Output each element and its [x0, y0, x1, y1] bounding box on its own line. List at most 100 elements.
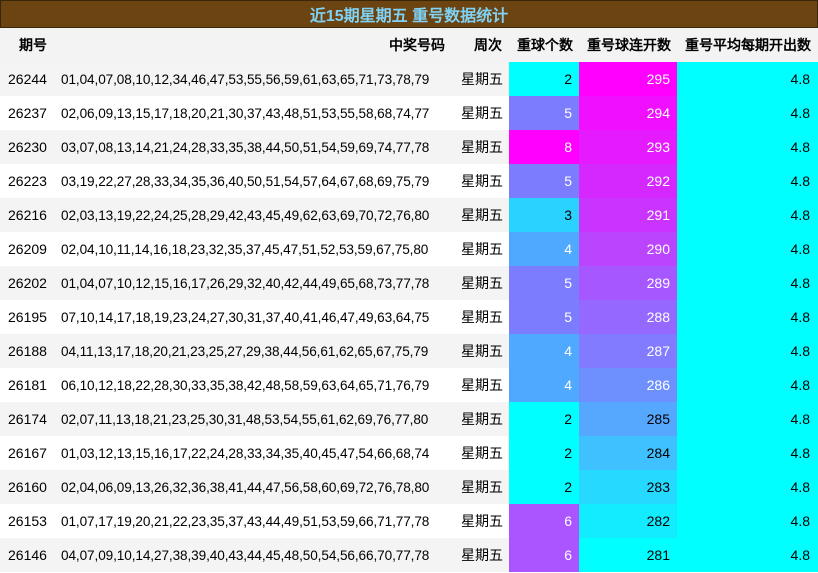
cell-lianka: 291 [579, 198, 677, 232]
table-header: 期号 中奖号码 周次 重球个数 重号球连开数 重号平均每期开出数 [0, 28, 818, 63]
cell-zhouci: 星期五 [461, 173, 503, 189]
cell-chongqiu: 2 [509, 436, 579, 470]
cell-lianka: 285 [579, 402, 677, 436]
cell-qihao: 26202 [8, 275, 47, 291]
cell-zhouci: 星期五 [461, 479, 503, 495]
cell-qihao: 26174 [8, 411, 47, 427]
cell-lianka: 293 [579, 130, 677, 164]
cell-haoma: 02,04,06,09,13,26,32,36,38,41,44,47,56,5… [61, 479, 430, 495]
header-haoma[interactable]: 中奖号码 [55, 28, 450, 62]
cell-chongqiu: 4 [509, 334, 579, 368]
cell-pingjun: 4.8 [677, 130, 818, 164]
table-row[interactable]: 26223 03,19,22,27,28,33,34,35,36,40,50,51… [0, 164, 818, 198]
table-row[interactable]: 26174 02,07,11,13,18,21,23,25,30,31,48,53… [0, 402, 818, 436]
cell-lianka: 281 [579, 538, 677, 572]
table-title: 近15期星期五 重号数据统计 [0, 0, 818, 28]
cell-pingjun: 4.8 [677, 96, 818, 130]
cell-qihao: 26188 [8, 343, 47, 359]
cell-pingjun: 4.8 [677, 334, 818, 368]
cell-chongqiu: 2 [509, 470, 579, 504]
cell-zhouci: 星期五 [461, 445, 503, 461]
cell-pingjun: 4.8 [677, 538, 818, 572]
cell-haoma: 01,04,07,08,10,12,34,46,47,53,55,56,59,6… [61, 71, 430, 87]
cell-zhouci: 星期五 [461, 105, 503, 121]
header-lianka[interactable]: 重号球连开数 [579, 28, 677, 62]
cell-pingjun: 4.8 [677, 164, 818, 198]
cell-qihao: 26237 [8, 105, 47, 121]
cell-chongqiu: 2 [509, 402, 579, 436]
cell-zhouci: 星期五 [461, 547, 503, 563]
cell-zhouci: 星期五 [461, 411, 503, 427]
table-row[interactable]: 26195 07,10,14,17,18,19,23,24,27,30,31,37… [0, 300, 818, 334]
cell-lianka: 287 [579, 334, 677, 368]
header-qihao[interactable]: 期号 [0, 28, 55, 62]
cell-pingjun: 4.8 [677, 436, 818, 470]
cell-zhouci: 星期五 [461, 513, 503, 529]
header-pingjun[interactable]: 重号平均每期开出数 [677, 28, 818, 62]
table-row[interactable]: 26181 06,10,12,18,22,28,30,33,35,38,42,48… [0, 368, 818, 402]
cell-chongqiu: 4 [509, 232, 579, 266]
cell-lianka: 283 [579, 470, 677, 504]
table-title-text: 近15期星期五 重号数据统计 [309, 8, 509, 25]
cell-chongqiu: 4 [509, 368, 579, 402]
cell-haoma: 02,07,11,13,18,21,23,25,30,31,48,53,54,5… [61, 411, 429, 427]
cell-haoma: 03,07,08,13,14,21,24,28,33,35,38,44,50,5… [61, 139, 430, 155]
cell-haoma: 07,10,14,17,18,19,23,24,27,30,31,37,40,4… [61, 309, 430, 325]
cell-lianka: 295 [579, 62, 677, 96]
cell-zhouci: 星期五 [461, 139, 503, 155]
cell-pingjun: 4.8 [677, 198, 818, 232]
cell-qihao: 26195 [8, 309, 47, 325]
cell-haoma: 04,07,09,10,14,27,38,39,40,43,44,45,48,5… [61, 547, 430, 563]
cell-qihao: 26181 [8, 377, 47, 393]
cell-zhouci: 星期五 [461, 71, 503, 87]
table-row[interactable]: 26209 02,04,10,11,14,16,18,23,32,35,37,45… [0, 232, 818, 266]
header-zhouci[interactable]: 周次 [450, 28, 509, 62]
cell-pingjun: 4.8 [677, 368, 818, 402]
cell-pingjun: 4.8 [677, 504, 818, 538]
cell-zhouci: 星期五 [461, 207, 503, 223]
cell-lianka: 292 [579, 164, 677, 198]
cell-qihao: 26216 [8, 207, 47, 223]
cell-pingjun: 4.8 [677, 62, 818, 96]
cell-haoma: 01,03,12,13,15,16,17,22,24,28,33,34,35,4… [61, 445, 430, 461]
table-row[interactable]: 26146 04,07,09,10,14,27,38,39,40,43,44,45… [0, 538, 818, 572]
cell-lianka: 289 [579, 266, 677, 300]
table-row[interactable]: 26153 01,07,17,19,20,21,22,23,35,37,43,44… [0, 504, 818, 538]
cell-haoma: 06,10,12,18,22,28,30,33,35,38,42,48,58,5… [61, 377, 430, 393]
cell-chongqiu: 5 [509, 164, 579, 198]
table-row[interactable]: 26188 04,11,13,17,18,20,21,23,25,27,29,38… [0, 334, 818, 368]
cell-lianka: 282 [579, 504, 677, 538]
cell-haoma: 04,11,13,17,18,20,21,23,25,27,29,38,44,5… [61, 343, 429, 359]
table-row[interactable]: 26160 02,04,06,09,13,26,32,36,38,41,44,47… [0, 470, 818, 504]
table-body: 26244 01,04,07,08,10,12,34,46,47,53,55,56… [0, 62, 818, 572]
cell-chongqiu: 5 [509, 96, 579, 130]
cell-zhouci: 星期五 [461, 309, 503, 325]
cell-zhouci: 星期五 [461, 343, 503, 359]
cell-lianka: 284 [579, 436, 677, 470]
table-row[interactable]: 26230 03,07,08,13,14,21,24,28,33,35,38,44… [0, 130, 818, 164]
cell-chongqiu: 5 [509, 300, 579, 334]
table-row[interactable]: 26167 01,03,12,13,15,16,17,22,24,28,33,34… [0, 436, 818, 470]
cell-chongqiu: 6 [509, 538, 579, 572]
cell-qihao: 26209 [8, 241, 47, 257]
cell-zhouci: 星期五 [461, 275, 503, 291]
cell-haoma: 02,06,09,13,15,17,18,20,21,30,37,43,48,5… [61, 105, 430, 121]
cell-chongqiu: 2 [509, 62, 579, 96]
cell-pingjun: 4.8 [677, 300, 818, 334]
table-row[interactable]: 26216 02,03,13,19,22,24,25,28,29,42,43,45… [0, 198, 818, 232]
cell-haoma: 01,04,07,10,12,15,16,17,26,29,32,40,42,4… [61, 275, 430, 291]
cell-lianka: 286 [579, 368, 677, 402]
cell-qihao: 26244 [8, 71, 47, 87]
table-row[interactable]: 26237 02,06,09,13,15,17,18,20,21,30,37,43… [0, 96, 818, 130]
cell-lianka: 294 [579, 96, 677, 130]
header-chongqiu[interactable]: 重球个数 [509, 28, 579, 62]
table-row[interactable]: 26244 01,04,07,08,10,12,34,46,47,53,55,56… [0, 62, 818, 96]
cell-pingjun: 4.8 [677, 266, 818, 300]
cell-pingjun: 4.8 [677, 232, 818, 266]
cell-pingjun: 4.8 [677, 402, 818, 436]
cell-zhouci: 星期五 [461, 377, 503, 393]
table-row[interactable]: 26202 01,04,07,10,12,15,16,17,26,29,32,40… [0, 266, 818, 300]
cell-chongqiu: 6 [509, 504, 579, 538]
cell-chongqiu: 3 [509, 198, 579, 232]
cell-haoma: 02,04,10,11,14,16,18,23,32,35,37,45,47,5… [61, 241, 429, 257]
